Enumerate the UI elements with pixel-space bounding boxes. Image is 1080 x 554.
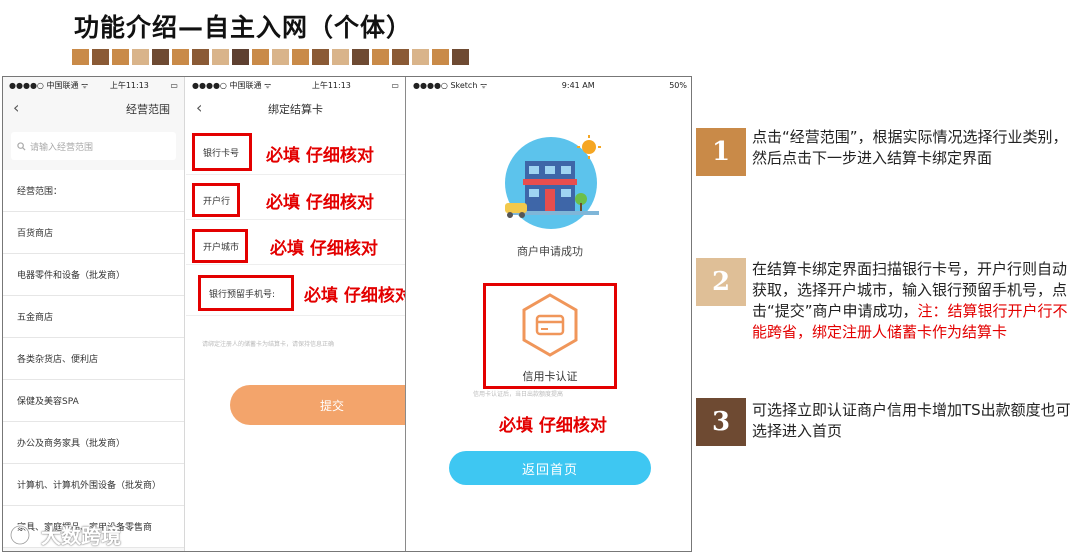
nav-bar: ‹ 绑定结算卡: [186, 94, 405, 124]
watermark-text: 大数跨境: [41, 524, 121, 548]
battery-icon: ▭: [391, 81, 399, 90]
list-item[interactable]: 五金商店: [3, 296, 184, 338]
list-item[interactable]: 各类杂货店、便利店: [3, 338, 184, 380]
phone-business-scope: ●●●●○ 中国联通 ᯤ 上午11:13 ▭ ‹ 经营范围 请输入经营范围 经营…: [3, 77, 185, 551]
step-number-badge: 3: [696, 398, 746, 446]
watermark: 大数跨境: [8, 520, 121, 549]
opening-city-field[interactable]: 开户城市: [192, 229, 248, 263]
color-swatch: [192, 49, 209, 65]
back-icon[interactable]: ‹: [196, 98, 202, 117]
step-3-description: 可选择立即认证商户信用卡增加TS出款额度也可选择进入首页: [752, 400, 1072, 442]
phone-success: ●●●●○ Sketch ᯤ 9:41 AM 50% 商户申请成功 信用卡认证 …: [407, 77, 691, 551]
required-note: 必填 仔细核对: [304, 286, 406, 306]
step-number-badge: 2: [696, 258, 746, 306]
shop-illustration-icon: [505, 135, 601, 229]
required-note: 必填 仔细核对: [499, 416, 607, 436]
list-item[interactable]: 计算机、计算机外围设备（批发商）: [3, 464, 184, 506]
watermark-logo-icon: [9, 524, 31, 545]
color-swatch: [232, 49, 249, 65]
list-item[interactable]: 百货商店: [3, 212, 184, 254]
status-bar: ●●●●○ 中国联通 ᯤ 上午11:13 ▭: [186, 77, 405, 94]
color-swatch-strip: [72, 49, 469, 65]
phone-bind-card: ●●●●○ 中国联通 ᯤ 上午11:13 ▭ ‹ 绑定结算卡 银行卡号 必填 仔…: [186, 77, 406, 551]
color-swatch: [332, 49, 349, 65]
card-auth-label: 信用卡认证: [522, 370, 578, 383]
scope-list: 经营范围： 百货商店 电器零件和设备（批发商） 五金商店 各类杂货店、便利店 保…: [3, 170, 184, 548]
list-header: 经营范围：: [3, 170, 184, 212]
step-2-description: 在结算卡绑定界面扫描银行卡号，开户行则自动获取，选择开户城市，输入银行预留手机号…: [752, 259, 1072, 343]
color-swatch: [392, 49, 409, 65]
back-icon[interactable]: ‹: [13, 98, 19, 117]
color-swatch: [352, 49, 369, 65]
status-time: 上午11:13: [311, 81, 351, 90]
search-input[interactable]: 请输入经营范围: [11, 132, 176, 160]
credit-card-icon: [522, 293, 578, 357]
carrier-signal: ●●●●○ 中国联通 ᯤ: [9, 81, 89, 90]
color-swatch: [292, 49, 309, 65]
color-swatch: [412, 49, 429, 65]
color-swatch: [452, 49, 469, 65]
list-item[interactable]: 保健及美容SPA: [3, 380, 184, 422]
color-swatch: [152, 49, 169, 65]
color-swatch: [132, 49, 149, 65]
divider: [186, 264, 405, 265]
opening-bank-field[interactable]: 开户行: [192, 183, 240, 217]
carrier-signal: ●●●●○ 中国联通 ᯤ: [192, 81, 272, 90]
divider: [186, 219, 405, 220]
color-swatch: [92, 49, 109, 65]
color-swatch: [172, 49, 189, 65]
color-swatch: [272, 49, 289, 65]
nav-title: 经营范围: [126, 103, 170, 116]
list-item[interactable]: 办公及商务家具（批发商）: [3, 422, 184, 464]
list-item[interactable]: 电器零件和设备（批发商）: [3, 254, 184, 296]
required-note: 必填 仔细核对: [266, 193, 374, 213]
color-swatch: [432, 49, 449, 65]
step-text: 点击“经营范围”，根据实际情况选择行业类别，然后点击下一步进入结算卡绑定界面: [752, 128, 1068, 167]
return-home-button[interactable]: 返回首页: [449, 451, 651, 485]
divider: [186, 174, 405, 175]
reserved-phone-field[interactable]: 银行预留手机号:: [198, 275, 294, 311]
battery-icon: ▭: [170, 81, 178, 90]
step-number-badge: 1: [696, 128, 746, 176]
screenshots-frame: ●●●●○ 中国联通 ᯤ 上午11:13 ▭ ‹ 经营范围 请输入经营范围 经营…: [2, 76, 692, 552]
color-swatch: [72, 49, 89, 65]
slide-title: 功能介绍—自主入网（个体）: [74, 13, 413, 42]
carrier-signal: ●●●●○ Sketch ᯤ: [413, 81, 488, 90]
success-text: 商户申请成功: [517, 245, 583, 258]
status-bar: ●●●●○ 中国联通 ᯤ 上午11:13 ▭: [3, 77, 184, 94]
nav-title: 绑定结算卡: [268, 103, 323, 116]
battery-level: 50%: [669, 81, 687, 90]
color-swatch: [312, 49, 329, 65]
credit-card-auth-button[interactable]: 信用卡认证: [483, 283, 617, 389]
required-note: 必填 仔细核对: [266, 146, 374, 166]
color-swatch: [112, 49, 129, 65]
step-text: 可选择立即认证商户信用卡增加TS出款额度也可选择进入首页: [752, 401, 1071, 440]
hint-text: 请绑定注册人的储蓄卡为结算卡，请保持信息正确: [202, 341, 335, 348]
status-time: 9:41 AM: [561, 81, 595, 90]
status-time: 上午11:13: [109, 81, 149, 90]
bank-card-number-field[interactable]: 银行卡号: [192, 133, 252, 171]
color-swatch: [252, 49, 269, 65]
divider: [186, 315, 405, 316]
search-placeholder: 请输入经营范围: [30, 142, 94, 153]
slide: 功能介绍—自主入网（个体） ●●●●○ 中国联通 ᯤ 上午11:13 ▭ ‹ 经…: [0, 0, 1080, 554]
nav-bar: ‹ 经营范围: [3, 94, 184, 124]
status-bar: ●●●●○ Sketch ᯤ 9:41 AM 50%: [407, 77, 691, 94]
color-swatch: [372, 49, 389, 65]
faint-text: 信用卡认证后，当日出款额度提高: [473, 391, 564, 398]
step-1-description: 点击“经营范围”，根据实际情况选择行业类别，然后点击下一步进入结算卡绑定界面: [752, 127, 1072, 169]
search-icon: [17, 141, 26, 151]
required-note: 必填 仔细核对: [270, 239, 378, 259]
color-swatch: [212, 49, 229, 65]
submit-button[interactable]: 提交: [230, 385, 405, 425]
